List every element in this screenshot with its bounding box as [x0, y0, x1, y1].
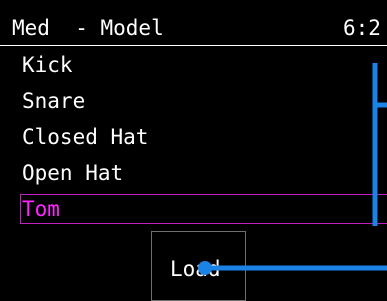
header-bar: Med - Model 6:2 — [0, 0, 387, 44]
list-item-closed-hat[interactable]: Closed Hat — [20, 122, 387, 152]
list-item-kick[interactable]: Kick — [20, 50, 387, 80]
header-divider — [0, 45, 387, 46]
load-button[interactable]: Load — [151, 231, 246, 301]
clock-readout: 6:2 — [343, 16, 381, 40]
list-item-tom[interactable]: Tom — [20, 194, 387, 224]
list-item-snare[interactable]: Snare — [20, 86, 387, 116]
list-item-open-hat[interactable]: Open Hat — [20, 158, 387, 188]
kit-title: Med - Model — [12, 16, 164, 40]
load-button-label: Load — [170, 257, 221, 281]
